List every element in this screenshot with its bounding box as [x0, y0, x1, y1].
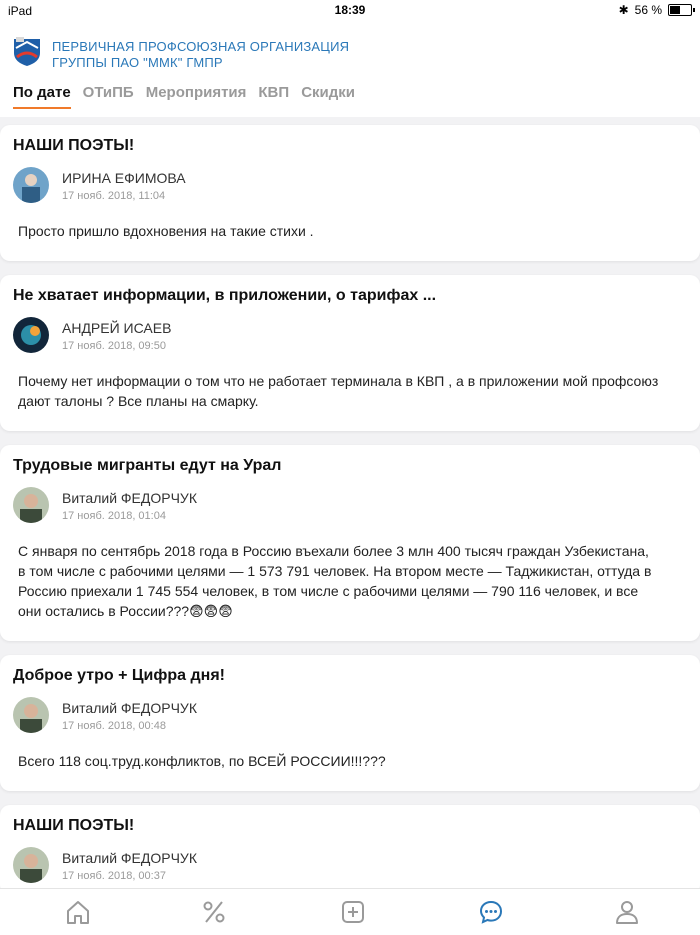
- post-date: 17 нояб. 2018, 00:48: [62, 720, 166, 732]
- clock: 18:39: [334, 3, 366, 17]
- bluetooth-icon: ✱: [618, 3, 629, 17]
- profile-icon[interactable]: [612, 897, 642, 927]
- battery-fill: [670, 6, 680, 14]
- post-body: Почему нет информации о том что не работ…: [18, 373, 659, 409]
- post-author[interactable]: АНДРЕЙ ИСАЕВ: [62, 320, 171, 336]
- tab-by-date[interactable]: По дате: [13, 84, 71, 109]
- post-author[interactable]: ИРИНА ЕФИМОВА: [62, 170, 186, 186]
- avatar[interactable]: [13, 167, 49, 203]
- post-date: 17 нояб. 2018, 11:04: [62, 190, 166, 202]
- battery-percent: 56 %: [634, 3, 662, 17]
- post-body: Просто пришло вдохновения на такие стихи…: [18, 223, 314, 239]
- chat-icon[interactable]: [476, 897, 506, 927]
- post-card[interactable]: НАШИ ПОЭТЫ! ИРИНА ЕФИМОВА 17 нояб. 2018,…: [0, 125, 700, 261]
- post-title[interactable]: Не хватает информации, в приложении, о т…: [13, 287, 436, 305]
- home-icon[interactable]: [63, 897, 93, 927]
- percent-icon[interactable]: [199, 897, 229, 927]
- post-author[interactable]: Виталий ФЕДОРЧУК: [62, 490, 197, 506]
- post-title[interactable]: НАШИ ПОЭТЫ!: [13, 137, 134, 155]
- post-body: С января по сентябрь 2018 года в Россию …: [18, 543, 652, 619]
- post-date: 17 нояб. 2018, 09:50: [62, 340, 166, 352]
- add-icon[interactable]: [338, 897, 368, 927]
- post-card[interactable]: НАШИ ПОЭТЫ! Виталий ФЕДОРЧУК 17 нояб. 20…: [0, 805, 700, 895]
- post-author[interactable]: Виталий ФЕДОРЧУК: [62, 700, 197, 716]
- tab-events[interactable]: Мероприятия: [146, 84, 247, 109]
- post-title[interactable]: Трудовые мигранты едут на Урал: [13, 457, 281, 475]
- avatar[interactable]: [13, 847, 49, 883]
- status-right: ✱ 56 %: [618, 3, 695, 17]
- avatar[interactable]: [13, 317, 49, 353]
- post-title[interactable]: Доброе утро + Цифра дня!: [13, 667, 225, 685]
- post-body: Всего 118 соц.труд.конфликтов, по ВСЕЙ Р…: [18, 753, 386, 769]
- tab-bar: По дате ОТиПБ Мероприятия КВП Скидки: [13, 84, 355, 109]
- post-date: 17 нояб. 2018, 01:04: [62, 510, 166, 522]
- avatar[interactable]: [13, 487, 49, 523]
- battery-icon: [668, 4, 695, 16]
- app-header: ПЕРВИЧНАЯ ПРОФСОЮЗНАЯ ОРГАНИЗАЦИЯ ГРУППЫ…: [0, 22, 700, 117]
- tab-discounts[interactable]: Скидки: [301, 84, 355, 109]
- org-name-line1: ПЕРВИЧНАЯ ПРОФСОЮЗНАЯ ОРГАНИЗАЦИЯ: [52, 39, 350, 54]
- post-card[interactable]: Доброе утро + Цифра дня! Виталий ФЕДОРЧУ…: [0, 655, 700, 791]
- post-title[interactable]: НАШИ ПОЭТЫ!: [13, 817, 134, 835]
- tab-otipb[interactable]: ОТиПБ: [83, 84, 134, 109]
- status-bar: iPad 18:39 ✱ 56 %: [0, 0, 700, 22]
- post-card[interactable]: Трудовые мигранты едут на Урал Виталий Ф…: [0, 445, 700, 641]
- avatar[interactable]: [13, 697, 49, 733]
- bottom-nav: [0, 888, 700, 935]
- org-name: ПЕРВИЧНАЯ ПРОФСОЮЗНАЯ ОРГАНИЗАЦИЯ ГРУППЫ…: [52, 39, 349, 71]
- post-date: 17 нояб. 2018, 00:37: [62, 870, 166, 882]
- tab-kvp[interactable]: КВП: [258, 84, 289, 109]
- org-logo: [12, 36, 42, 66]
- org-name-line2: ГРУППЫ ПАО "ММК" ГМПР: [52, 55, 223, 70]
- post-author[interactable]: Виталий ФЕДОРЧУК: [62, 850, 197, 866]
- post-card[interactable]: Не хватает информации, в приложении, о т…: [0, 275, 700, 431]
